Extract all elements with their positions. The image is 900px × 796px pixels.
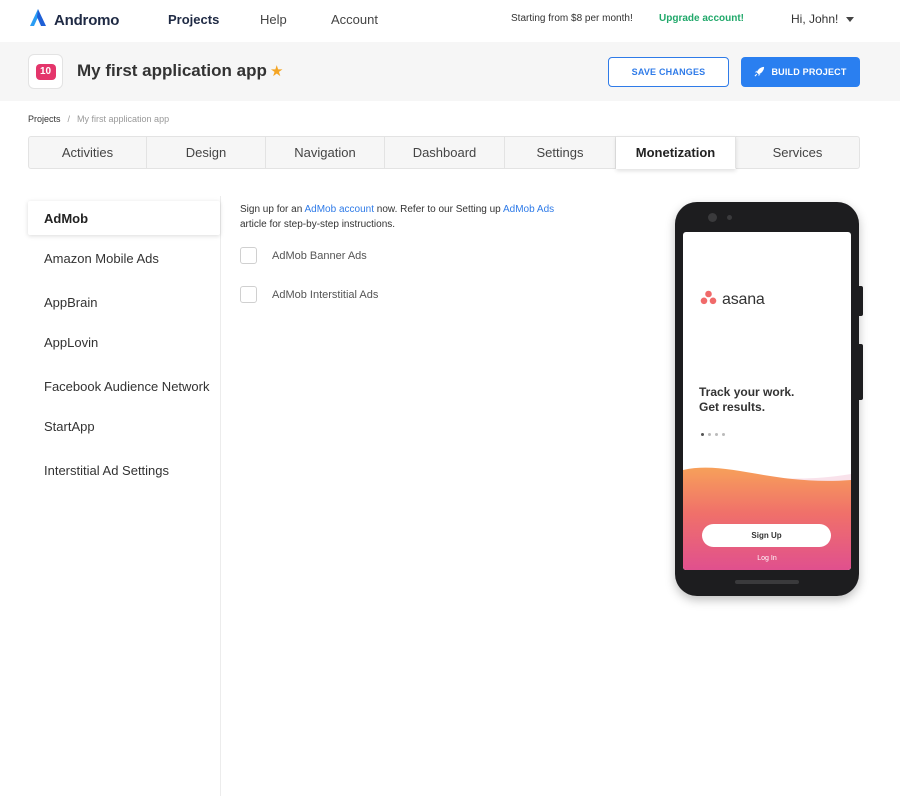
phone-power-button xyxy=(859,286,863,316)
tab-settings[interactable]: Settings xyxy=(505,136,616,169)
pagination-dots xyxy=(701,433,725,436)
tab-monetization[interactable]: Monetization xyxy=(616,136,736,169)
user-menu[interactable]: Hi, John! xyxy=(791,12,855,26)
sidebar-item-amazon-mobile-ads[interactable]: Amazon Mobile Ads xyxy=(28,241,220,275)
admob-account-link[interactable]: AdMob account xyxy=(305,204,375,215)
tab-services[interactable]: Services xyxy=(736,136,860,169)
tagline-line-2: Get results. xyxy=(699,400,766,414)
admob-ads-article-link[interactable]: AdMob Ads xyxy=(503,204,554,215)
tab-navigation[interactable]: Navigation xyxy=(266,136,385,169)
phone-speaker xyxy=(735,580,799,584)
log-in-link[interactable]: Log In xyxy=(683,555,851,562)
sign-up-button[interactable]: Sign Up xyxy=(702,524,831,547)
app-icon[interactable]: 10 xyxy=(28,54,63,89)
breadcrumb-separator: / xyxy=(67,114,71,124)
admob-interstitial-ads-label: AdMob Interstitial Ads xyxy=(272,288,379,301)
ad-network-sidebar: AdMob Amazon Mobile Ads AppBrain AppLovi… xyxy=(28,196,221,796)
sidebar-item-applovin[interactable]: AppLovin xyxy=(28,325,220,359)
sidebar-item-appbrain[interactable]: AppBrain xyxy=(28,285,220,319)
nav-help[interactable]: Help xyxy=(260,12,287,27)
tab-design[interactable]: Design xyxy=(147,136,266,169)
intro-text-prefix: Sign up for an xyxy=(240,204,305,215)
sidebar-item-admob[interactable]: AdMob xyxy=(28,201,220,235)
admob-interstitial-ads-option[interactable]: AdMob Interstitial Ads xyxy=(240,286,378,303)
tab-activities[interactable]: Activities xyxy=(28,136,147,169)
sidebar-item-interstitial-ad-settings[interactable]: Interstitial Ad Settings xyxy=(28,453,220,487)
front-camera xyxy=(708,213,717,222)
chevron-down-icon xyxy=(846,16,855,22)
breadcrumb-projects[interactable]: Projects xyxy=(28,114,61,124)
phone-preview: asana Track your work. Get results. Sign… xyxy=(675,202,863,596)
intro-text-middle: now. Refer to our Setting up xyxy=(374,204,503,215)
intro-text-suffix: article for step-by-step instructions. xyxy=(240,219,396,230)
app-icon-badge: 10 xyxy=(35,63,56,80)
top-navigation: Andromo Projects Help Account Starting f… xyxy=(0,0,900,40)
brand-name: Andromo xyxy=(54,12,120,29)
rocket-icon xyxy=(754,66,765,79)
admob-banner-ads-checkbox[interactable] xyxy=(240,247,257,264)
breadcrumb: Projects / My first application app xyxy=(28,114,169,124)
asana-logo: asana xyxy=(700,290,765,310)
pagination-dot xyxy=(701,433,704,436)
sidebar-item-facebook-audience-network[interactable]: Facebook Audience Network xyxy=(28,369,220,403)
phone-screen: asana Track your work. Get results. Sign… xyxy=(683,232,851,570)
breadcrumb-current: My first application app xyxy=(77,114,170,124)
upgrade-link[interactable]: Upgrade account! xyxy=(659,13,744,24)
andromo-logo-icon xyxy=(28,8,48,33)
save-changes-button[interactable]: SAVE CHANGES xyxy=(608,57,729,87)
star-icon[interactable]: ★ xyxy=(270,62,283,80)
pagination-dot xyxy=(722,433,725,436)
user-greeting: Hi, John! xyxy=(791,12,839,26)
gradient-wave-background xyxy=(683,467,851,570)
asana-dots-icon xyxy=(700,290,717,310)
section-tabs: Activities Design Navigation Dashboard S… xyxy=(28,136,860,169)
asana-wordmark: asana xyxy=(722,291,765,308)
tab-dashboard[interactable]: Dashboard xyxy=(385,136,505,169)
project-header: 10 My first application app ★ SAVE CHANG… xyxy=(0,42,900,101)
sidebar-item-startapp[interactable]: StartApp xyxy=(28,409,220,443)
build-project-button[interactable]: BUILD PROJECT xyxy=(741,57,860,87)
admob-banner-ads-option[interactable]: AdMob Banner Ads xyxy=(240,247,367,264)
pricing-promo: Starting from $8 per month! xyxy=(511,13,633,24)
tagline-line-1: Track your work. xyxy=(699,385,795,399)
admob-banner-ads-label: AdMob Banner Ads xyxy=(272,249,367,262)
admob-interstitial-ads-checkbox[interactable] xyxy=(240,286,257,303)
nav-account[interactable]: Account xyxy=(331,12,378,27)
nav-projects[interactable]: Projects xyxy=(168,12,219,27)
brand-logo[interactable]: Andromo xyxy=(28,8,119,33)
phone-volume-button xyxy=(859,344,863,400)
build-project-label: BUILD PROJECT xyxy=(771,67,847,77)
pagination-dot xyxy=(708,433,711,436)
phone-sensor xyxy=(727,215,732,220)
admob-instructions: Sign up for an AdMob account now. Refer … xyxy=(240,202,590,232)
pagination-dot xyxy=(715,433,718,436)
preview-tagline: Track your work. Get results. xyxy=(699,385,794,415)
project-title: My first application app xyxy=(77,61,267,80)
